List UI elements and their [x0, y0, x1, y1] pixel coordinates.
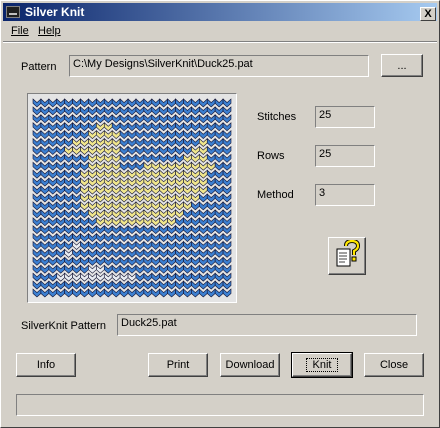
menu-separator — [3, 41, 437, 43]
menu-file-label: File — [11, 25, 29, 37]
menu-help-label: Help — [38, 25, 61, 37]
download-button[interactable]: Download — [220, 353, 280, 377]
app-icon — [6, 6, 20, 18]
knit-pattern-preview — [28, 94, 236, 302]
rows-field[interactable]: 25 — [315, 145, 375, 167]
help-document-icon — [336, 238, 361, 266]
stitches-label: Stitches — [257, 111, 297, 123]
silver-knit-window: Silver Knit X File Help Pattern C:\My De… — [0, 0, 440, 428]
menu-file[interactable]: File — [11, 25, 29, 37]
window-close-button[interactable]: X — [420, 7, 436, 21]
knit-button[interactable]: Knit — [291, 352, 353, 378]
knit-button-label: Knit — [305, 358, 339, 372]
method-label: Method — [257, 189, 294, 201]
browse-button[interactable]: ... — [381, 54, 423, 77]
info-button[interactable]: Info — [16, 353, 76, 377]
pattern-path-field[interactable]: C:\My Designs\SilverKnit\Duck25.pat — [69, 55, 369, 77]
title-bar: Silver Knit X — [3, 3, 437, 21]
silverknit-pattern-field[interactable]: Duck25.pat — [117, 314, 417, 336]
print-button[interactable]: Print — [148, 353, 208, 377]
method-field[interactable]: 3 — [315, 184, 375, 206]
help-button[interactable] — [328, 237, 366, 275]
pattern-preview-frame — [27, 93, 237, 303]
menu-bar: File Help — [3, 23, 437, 41]
status-bar — [16, 394, 424, 416]
rows-label: Rows — [257, 150, 285, 162]
silverknit-pattern-label: SilverKnit Pattern — [21, 320, 106, 332]
close-button[interactable]: Close — [364, 353, 424, 377]
window-title: Silver Knit — [25, 5, 85, 19]
menu-help[interactable]: Help — [38, 25, 61, 37]
pattern-label: Pattern — [21, 61, 57, 73]
stitches-field[interactable]: 25 — [315, 106, 375, 128]
